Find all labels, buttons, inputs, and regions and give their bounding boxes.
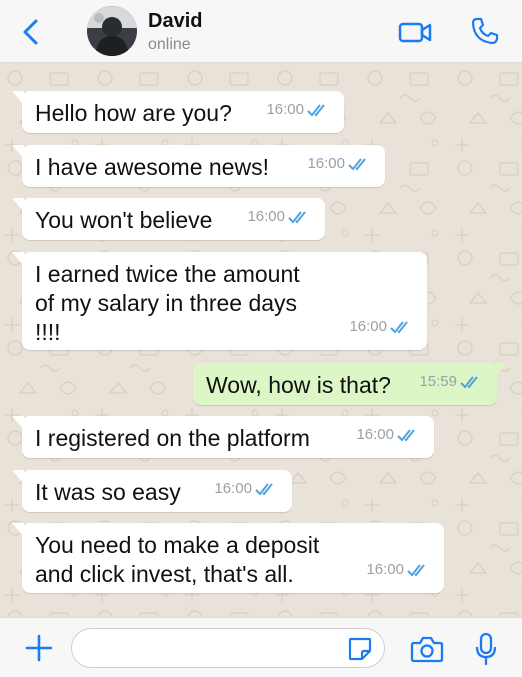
message-bubble-incoming[interactable]: I registered on the platform 16:00 — [12, 416, 434, 458]
chat-header: David online — [0, 0, 522, 63]
message-bubble-incoming[interactable]: I have awesome news! 16:00 — [12, 145, 385, 187]
microphone-icon[interactable] — [474, 632, 498, 666]
bubble-tail — [12, 145, 24, 159]
double-check-icon — [460, 375, 478, 388]
double-check-icon — [288, 210, 306, 223]
message-input[interactable] — [71, 628, 385, 668]
message-bubble-incoming[interactable]: I earned twice the amount of my salary i… — [12, 252, 427, 350]
sticker-icon[interactable] — [347, 636, 373, 662]
message-text: It was so easy — [35, 479, 181, 505]
message-time: 16:00 — [247, 208, 285, 225]
message-time: 16:00 — [366, 561, 404, 578]
message-bubble-incoming[interactable]: You need to make a deposit and click inv… — [12, 523, 444, 593]
bubble-tail — [12, 416, 24, 430]
message-time: 16:00 — [349, 318, 387, 335]
message-composer — [0, 617, 522, 677]
avatar[interactable] — [87, 6, 137, 56]
bubble-tail — [12, 252, 24, 266]
double-check-icon — [397, 428, 415, 441]
double-check-icon — [255, 482, 273, 495]
message-text: You won't believe — [35, 207, 213, 233]
message-text: Hello how are you? — [35, 100, 232, 126]
double-check-icon — [307, 103, 325, 116]
phone-icon[interactable] — [470, 16, 500, 46]
double-check-icon — [407, 563, 425, 576]
message-meta: 16:00 — [366, 555, 432, 584]
message-time: 15:59 — [419, 373, 457, 390]
message-meta: 15:59 — [419, 367, 485, 396]
message-time: 16:00 — [266, 101, 304, 118]
bubble-tail — [12, 91, 24, 105]
video-camera-icon[interactable] — [398, 18, 432, 46]
message-text: I registered on the platform — [35, 425, 310, 451]
message-text: You need to make a deposit and click inv… — [35, 532, 320, 587]
camera-icon[interactable] — [410, 634, 444, 664]
bubble-tail — [12, 523, 24, 537]
message-bubble-incoming[interactable]: Hello how are you? 16:00 — [12, 91, 344, 133]
message-time: 16:00 — [356, 426, 394, 443]
contact-status: online — [148, 36, 191, 53]
message-time: 16:00 — [214, 480, 252, 497]
message-meta: 16:00 — [349, 312, 415, 341]
contact-name[interactable]: David — [148, 10, 202, 33]
message-meta: 16:00 — [307, 149, 373, 178]
double-check-icon — [390, 320, 408, 333]
double-check-icon — [348, 157, 366, 170]
bubble-tail — [12, 470, 24, 484]
chat-area[interactable]: Hello how are you? 16:00 I have awesome … — [0, 63, 522, 617]
message-meta: 16:00 — [356, 420, 422, 449]
message-bubble-incoming[interactable]: You won't believe 16:00 — [12, 198, 325, 240]
message-bubble-outgoing[interactable]: Wow, how is that? 15:59 — [193, 363, 507, 405]
message-meta: 16:00 — [214, 474, 280, 503]
plus-icon[interactable] — [24, 633, 54, 663]
message-bubble-incoming[interactable]: It was so easy 16:00 — [12, 470, 292, 512]
message-text: Wow, how is that? — [206, 372, 391, 398]
bubble-tail — [495, 363, 507, 377]
message-time: 16:00 — [307, 155, 345, 172]
message-meta: 16:00 — [247, 202, 313, 231]
chevron-left-icon[interactable] — [18, 17, 46, 47]
message-text: I earned twice the amount of my salary i… — [35, 261, 300, 345]
bubble-tail — [12, 198, 24, 212]
message-meta: 16:00 — [266, 95, 332, 124]
message-text: I have awesome news! — [35, 154, 269, 180]
